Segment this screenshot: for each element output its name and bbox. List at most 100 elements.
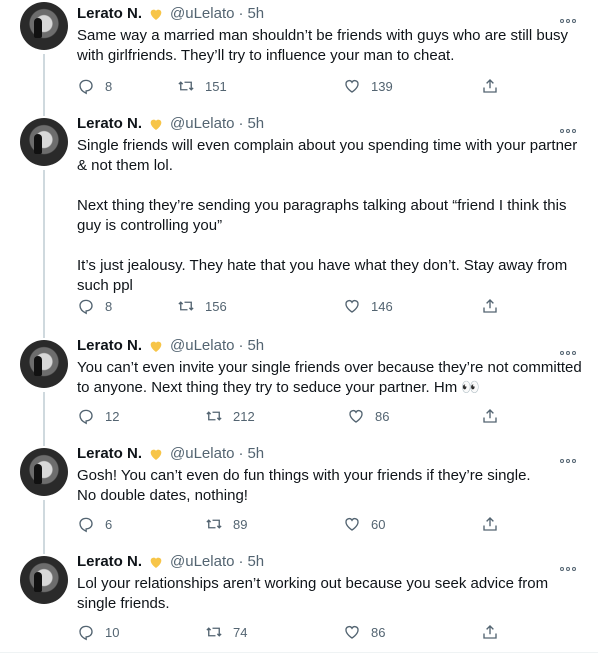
like-button[interactable]: 139: [343, 76, 393, 96]
tweet-paragraph: Next thing they’re sending you paragraph…: [77, 197, 567, 234]
reply-count: 12: [105, 408, 120, 424]
divider: [0, 652, 598, 653]
retweet-button[interactable]: 74: [205, 622, 247, 642]
tweet-paragraph: No double dates, nothing!: [77, 487, 248, 504]
display-name[interactable]: Lerato N.: [77, 336, 142, 356]
retweet-icon: [178, 81, 194, 91]
reply-icon: [79, 79, 93, 95]
tweet-paragraph: You can’t even invite your single friend…: [77, 359, 582, 396]
more-dots-icon[interactable]: [560, 558, 582, 571]
like-button[interactable]: 146: [343, 296, 393, 316]
like-icon: [345, 626, 359, 639]
tweet-actions: 8 151 139: [77, 76, 507, 96]
tweet-header: Lerato N. @uLelato · 5h: [77, 444, 264, 464]
more-dots-icon[interactable]: [560, 450, 582, 463]
retweet-icon: [206, 411, 222, 421]
share-icon: [483, 299, 497, 313]
display-name[interactable]: Lerato N.: [77, 552, 142, 572]
reply-button[interactable]: 8: [77, 76, 112, 96]
tweet-paragraph: Single friends will even complain about …: [77, 137, 578, 174]
avatar[interactable]: [20, 118, 68, 166]
tweet-header: Lerato N. @uLelato · 5h: [77, 4, 264, 24]
separator-dot: ·: [238, 445, 244, 462]
timestamp[interactable]: 5h: [247, 114, 264, 134]
share-button[interactable]: [481, 514, 499, 534]
tweet-actions: 6 89 60: [77, 514, 507, 534]
share-icon: [483, 409, 497, 423]
tweet-header: Lerato N. @uLelato · 5h: [77, 336, 264, 356]
reply-button[interactable]: 12: [77, 406, 119, 426]
like-icon: [345, 80, 359, 93]
handle[interactable]: @uLelato: [170, 114, 234, 134]
like-count: 86: [375, 408, 390, 424]
handle[interactable]: @uLelato: [170, 552, 234, 572]
tweet[interactable]: Lerato N. @uLelato · 5h Same way a marri…: [0, 0, 598, 108]
avatar[interactable]: [20, 556, 68, 604]
handle[interactable]: @uLelato: [170, 336, 234, 356]
separator-dot: ·: [238, 5, 244, 22]
reply-icon: [79, 299, 93, 315]
thread-line: [43, 438, 45, 446]
retweet-button[interactable]: 212: [205, 406, 255, 426]
retweet-count: 156: [205, 298, 227, 314]
retweet-count: 212: [233, 408, 255, 424]
retweet-button[interactable]: 89: [205, 514, 247, 534]
reply-icon: [79, 517, 93, 533]
timestamp[interactable]: 5h: [247, 4, 264, 24]
tweet[interactable]: Lerato N. @uLelato · 5h Gosh! You can’t …: [0, 438, 598, 546]
yellow-heart-icon: [150, 119, 162, 130]
share-button[interactable]: [481, 296, 499, 316]
share-button[interactable]: [481, 76, 499, 96]
like-button[interactable]: 86: [347, 406, 389, 426]
tweet[interactable]: Lerato N. @uLelato · 5h Single friends w…: [0, 108, 598, 330]
reply-button[interactable]: 10: [77, 622, 119, 642]
thread-line: [43, 330, 45, 338]
tweet[interactable]: Lerato N. @uLelato · 5h You can’t even i…: [0, 330, 598, 438]
handle[interactable]: @uLelato: [170, 4, 234, 24]
retweet-count: 151: [205, 78, 227, 94]
like-count: 146: [371, 298, 393, 314]
tweet-text: Single friends will even complain about …: [77, 136, 587, 296]
timestamp[interactable]: 5h: [247, 336, 264, 356]
reply-icon: [79, 625, 93, 641]
avatar[interactable]: [20, 448, 68, 496]
display-name[interactable]: Lerato N.: [77, 114, 142, 134]
handle[interactable]: @uLelato: [170, 444, 234, 464]
avatar[interactable]: [20, 340, 68, 388]
thread-line: [43, 170, 45, 330]
thread-line: [43, 392, 45, 438]
reply-button[interactable]: 8: [77, 296, 112, 316]
tweet-paragraph: Same way a married man shouldn’t be frie…: [77, 27, 569, 64]
avatar[interactable]: [20, 2, 68, 50]
more-dots-icon[interactable]: [560, 10, 582, 23]
retweet-button[interactable]: 156: [177, 296, 227, 316]
share-icon: [483, 625, 497, 639]
tweet-actions: 12 212 86: [77, 406, 507, 426]
display-name[interactable]: Lerato N.: [77, 4, 142, 24]
like-button[interactable]: 86: [343, 622, 385, 642]
more-dots-icon[interactable]: [560, 120, 582, 133]
thread-line: [43, 54, 45, 108]
like-icon: [349, 410, 363, 423]
tweet-header: Lerato N. @uLelato · 5h: [77, 114, 264, 134]
like-icon: [345, 518, 359, 531]
yellow-heart-icon: [150, 557, 162, 568]
reply-count: 8: [105, 78, 113, 94]
timestamp[interactable]: 5h: [247, 444, 264, 464]
share-button[interactable]: [481, 622, 499, 642]
reply-button[interactable]: 6: [77, 514, 112, 534]
share-icon: [483, 517, 497, 531]
tweet-actions: 8 156 146: [77, 296, 507, 316]
tweet[interactable]: Lerato N. @uLelato · 5h Lol your relatio…: [0, 546, 598, 654]
display-name[interactable]: Lerato N.: [77, 444, 142, 464]
thread-line: [43, 546, 45, 554]
like-icon: [345, 300, 359, 313]
share-button[interactable]: [481, 406, 499, 426]
more-dots-icon[interactable]: [560, 342, 582, 355]
retweet-button[interactable]: 151: [177, 76, 227, 96]
timestamp[interactable]: 5h: [247, 552, 264, 572]
thread-line: [43, 108, 45, 116]
like-button[interactable]: 60: [343, 514, 385, 534]
tweet-text: Gosh! You can’t even do fun things with …: [77, 466, 587, 506]
tweet-paragraph: Gosh! You can’t even do fun things with …: [77, 467, 531, 484]
